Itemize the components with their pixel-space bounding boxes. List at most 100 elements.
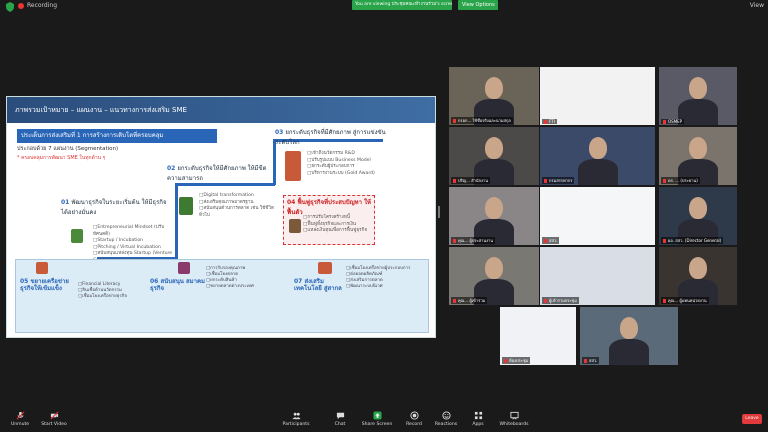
participant-body bbox=[578, 279, 618, 305]
chat-button[interactable]: Chat bbox=[320, 411, 360, 427]
recording-label: Recording bbox=[27, 2, 58, 9]
participant-tile[interactable]: ผอ. สสว. (Director General) bbox=[659, 187, 737, 245]
plant-icon bbox=[178, 262, 190, 274]
muted-mic-icon bbox=[16, 411, 24, 420]
whiteboard-icon bbox=[509, 411, 519, 420]
record-icon bbox=[409, 411, 419, 420]
participant-head bbox=[588, 137, 607, 159]
participant-tile[interactable]: ปริญ... สำนักงาน bbox=[449, 127, 539, 185]
participant-name: คุณ... ผู้เข้าร่วม bbox=[451, 297, 488, 304]
muted-mic-icon bbox=[663, 239, 666, 243]
participant-tile[interactable]: ห้องประชุม bbox=[500, 307, 576, 365]
step-02-items: Digital transformation ส่งเสริมคุณภาพมาต… bbox=[199, 193, 275, 219]
tree-icon bbox=[285, 151, 301, 181]
slide-target: ประกอบด้วย 7 แผนงาน (Segmentation) bbox=[17, 146, 119, 152]
stair-line bbox=[175, 185, 178, 259]
participant-body bbox=[609, 339, 649, 365]
leave-button[interactable]: Leave bbox=[742, 414, 762, 424]
participant-head bbox=[620, 317, 638, 339]
participant-tile[interactable]: สสว. bbox=[540, 187, 655, 245]
participant-name: ผู้เข้าร่วมประชุม bbox=[542, 297, 579, 304]
participant-body bbox=[578, 219, 618, 245]
step-04: 04 ฟื้นฟูธุรกิจที่ประสบปัญหา ให้ฟื้นตัว bbox=[287, 199, 371, 216]
step-03: 03 ยกระดับธุรกิจที่มีศักยภาพ สู่การแข่งขั… bbox=[275, 129, 386, 146]
step-01: 01 พัฒนาธุรกิจในระยะเริ่มต้น ให้มีธุรกิจไ… bbox=[61, 199, 167, 216]
participant-name: คุณ... ผู้แทนหน่วยงาน bbox=[661, 297, 709, 304]
participant-head bbox=[529, 317, 547, 339]
slide-pillar: ประเด็นการส่งเสริมที่ 1 การสร้างการเติบโ… bbox=[17, 129, 217, 143]
muted-mic-icon bbox=[453, 239, 456, 243]
chat-icon bbox=[336, 412, 344, 420]
whiteboards-button[interactable]: Whiteboards bbox=[494, 411, 534, 427]
participant-tile[interactable]: OSMEP bbox=[659, 67, 737, 125]
participant-head bbox=[589, 77, 607, 99]
participant-tile[interactable]: ดร. ... (ประธาน) bbox=[659, 127, 737, 185]
view-button[interactable]: View bbox=[750, 2, 764, 9]
participant-tile[interactable]: กรอก... ใช้ชื่อจริงและนามสกุล bbox=[449, 67, 539, 125]
step-07: 07 ส่งเสริม เทคโนโลยี สู่สากล เชื่อมโยงเ… bbox=[292, 260, 428, 334]
participant-tile[interactable]: กรมสรรพากร bbox=[540, 127, 655, 185]
panel-divider-handle[interactable] bbox=[438, 206, 440, 218]
share-screen-icon bbox=[372, 411, 382, 420]
participant-name: ดร. ... (ประธาน) bbox=[661, 177, 700, 184]
muted-mic-icon bbox=[544, 179, 547, 183]
muted-mic-icon bbox=[544, 120, 547, 124]
step-03-items: เข้าถึงนวัตกรรม R&D ปรับรูปแบบ Business … bbox=[307, 151, 397, 177]
muted-mic-icon bbox=[453, 119, 456, 123]
participants-icon bbox=[291, 412, 301, 420]
participant-head bbox=[689, 137, 707, 159]
tree-icon bbox=[318, 262, 332, 274]
participant-tile[interactable]: สสว. bbox=[580, 307, 678, 365]
participant-name: ห้องประชุม bbox=[502, 357, 531, 364]
plant-icon bbox=[179, 197, 193, 215]
start-video-button[interactable]: Start Video bbox=[34, 411, 74, 427]
participant-head bbox=[689, 197, 707, 219]
muted-mic-icon bbox=[544, 299, 547, 303]
participant-tile[interactable]: คุณ... ผู้เข้าร่วม bbox=[449, 247, 539, 305]
shield-icon[interactable] bbox=[6, 2, 14, 12]
muted-mic-icon bbox=[453, 299, 456, 303]
participant-tile[interactable]: ผู้เข้าร่วมประชุม bbox=[540, 247, 655, 305]
step-02: 02 ยกระดับธุรกิจให้มีศักยภาพ ให้มีขีดความ… bbox=[167, 165, 267, 182]
stair-line bbox=[175, 183, 275, 186]
muted-mic-icon bbox=[544, 239, 547, 243]
recording-indicator[interactable]: Recording bbox=[18, 2, 57, 9]
participant-body bbox=[578, 99, 618, 125]
record-dot-icon bbox=[18, 2, 24, 9]
muted-mic-icon bbox=[504, 359, 507, 363]
participant-name: ผอ. สสว. (Director General) bbox=[661, 237, 724, 244]
participant-tile[interactable]: คุณ... ผู้แทนหน่วยงาน bbox=[659, 247, 737, 305]
shared-screen: ภาพรวมเป้าหมาย – แผนงาน – แนวทางการส่งเส… bbox=[6, 96, 436, 338]
top-bar: Recording You are viewing ประชุมคณะทำงาน… bbox=[0, 0, 768, 14]
muted-mic-icon bbox=[453, 179, 456, 183]
plant-icon bbox=[71, 229, 83, 243]
participant-head bbox=[689, 257, 707, 279]
muted-mic-icon bbox=[663, 120, 666, 124]
slide-target-note: * ครอบคลุมการพัฒนา SME ในทุกด้าน ๆ bbox=[17, 155, 106, 161]
step-05: 05 ขยายเครือข่าย ธุรกิจให้เข้มแข็ง Finan… bbox=[16, 260, 146, 334]
participant-name: ปริญ... สำนักงาน bbox=[451, 177, 490, 184]
share-banner: You are viewing ประชุมคณะทำงานร่วม's scr… bbox=[352, 0, 452, 10]
participants-button[interactable]: Participants bbox=[276, 411, 316, 427]
slide-title: ภาพรวมเป้าหมาย – แผนงาน – แนวทางการส่งเส… bbox=[7, 97, 435, 123]
share-screen-button[interactable]: Share Screen bbox=[357, 411, 397, 427]
apps-button[interactable]: Apps bbox=[458, 411, 498, 427]
muted-mic-icon bbox=[584, 359, 587, 363]
smiley-icon bbox=[441, 411, 451, 420]
participant-name: OSMEP bbox=[661, 119, 685, 124]
participant-head bbox=[485, 77, 503, 99]
participant-name: สสว. bbox=[582, 357, 600, 364]
plant-icon bbox=[289, 219, 301, 233]
view-options-button[interactable]: View Options bbox=[458, 0, 498, 10]
participant-name: กรมสรรพากร bbox=[542, 177, 575, 184]
participant-tile[interactable]: FTI bbox=[540, 67, 655, 125]
participant-name: กรอก... ใช้ชื่อจริงและนามสกุล bbox=[451, 117, 513, 124]
plant-icon bbox=[36, 262, 48, 274]
participant-head bbox=[485, 197, 503, 219]
muted-mic-icon bbox=[663, 299, 666, 303]
participant-head bbox=[589, 257, 607, 279]
step-06: 06 สนับสนุน สมาคมธุรกิจ การรับรองคุณภาพ … bbox=[148, 260, 288, 334]
meeting-toolbar: Unmute Start Video Participants Chat Sha… bbox=[0, 408, 768, 432]
stair-line bbox=[273, 141, 276, 185]
participant-tile[interactable]: คุณ... ผู้ประสานงาน bbox=[449, 187, 539, 245]
